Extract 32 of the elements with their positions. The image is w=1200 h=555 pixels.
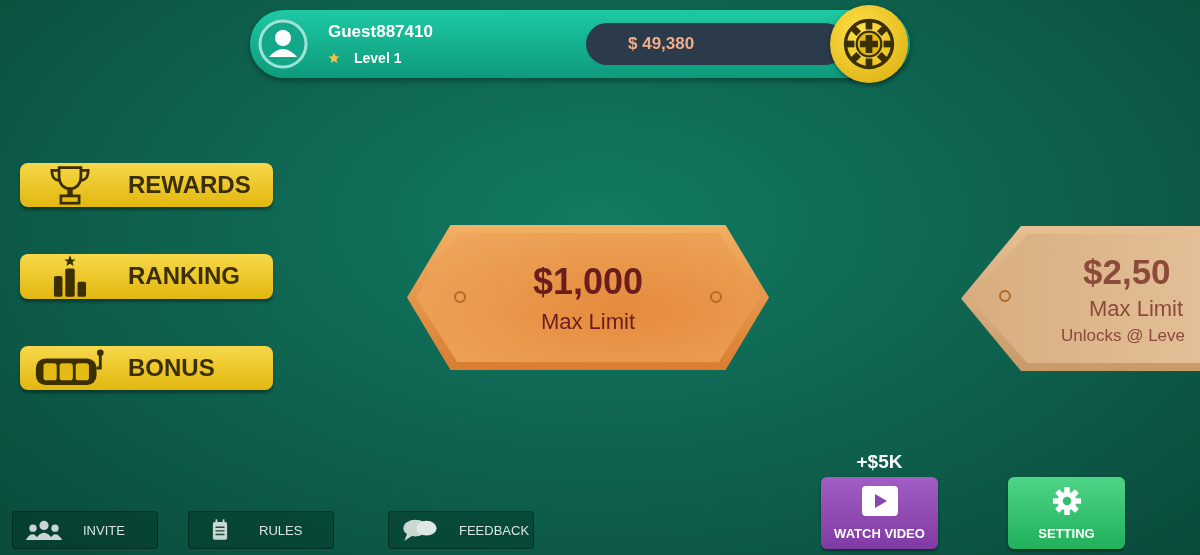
slot-machine-icon: [34, 348, 106, 387]
ranking-icon: [53, 255, 87, 298]
avatar-icon: [258, 19, 308, 69]
chip-plus-icon: [841, 16, 897, 72]
people-icon: [25, 519, 63, 541]
table-limit-label: Max Limit: [540, 308, 636, 335]
player-name: Guest887410: [328, 22, 434, 42]
rewards-button[interactable]: REWARDS: [20, 163, 273, 208]
rules-button[interactable]: RULES: [188, 511, 334, 549]
ranking-button[interactable]: RANKING: [20, 254, 273, 299]
table-limit-label: Max Limit: [1089, 295, 1184, 322]
rivet-icon: [999, 290, 1011, 302]
feedback-button[interactable]: FEEDBACK: [388, 511, 534, 549]
invite-button[interactable]: INVITE: [12, 511, 158, 549]
table-card[interactable]: $2,50 Max Limit Unlocks @ Leve: [961, 226, 1200, 371]
chat-bubbles-icon: [402, 518, 438, 542]
bonus-button[interactable]: BONUS: [20, 345, 273, 390]
add-coins-button[interactable]: [830, 5, 908, 83]
star-icon: [328, 52, 340, 64]
settings-icon: [1051, 485, 1082, 516]
player-level: Level 1: [354, 50, 402, 66]
table-limit-amount: $2,50: [1083, 251, 1171, 292]
rivet-icon: [710, 291, 722, 303]
reward-amount: +$5K: [856, 451, 903, 473]
notepad-icon: [212, 519, 228, 541]
rivet-icon: [454, 291, 466, 303]
watch-video-button[interactable]: WATCH VIDEO: [821, 477, 938, 549]
unlock-note: Unlocks @ Leve: [1061, 325, 1186, 346]
table-limit-amount: $1,000: [532, 260, 644, 303]
play-icon: [861, 485, 898, 516]
table-card[interactable]: $1,000 Max Limit: [407, 225, 769, 370]
trophy-icon: [47, 165, 93, 206]
